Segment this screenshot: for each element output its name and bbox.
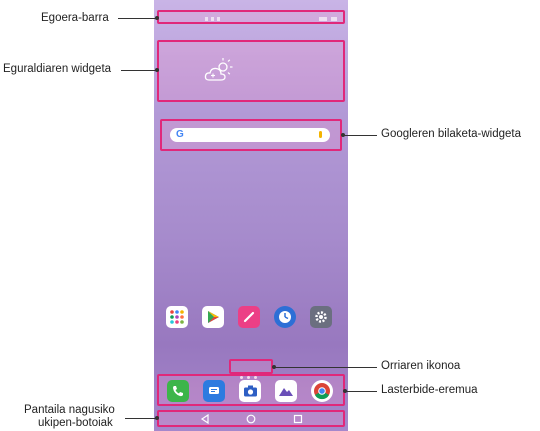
status-bar [157, 10, 345, 24]
qslide-pen-icon[interactable] [238, 306, 260, 328]
label-weather-widget: Eguraldiaren widgeta [3, 63, 112, 75]
clock-icon[interactable] [274, 306, 296, 328]
google-logo: G [176, 129, 184, 140]
camera-icon[interactable] [239, 380, 261, 402]
gear-glyph [315, 311, 327, 323]
mountain-glyph [279, 388, 293, 396]
camera-glyph [243, 385, 257, 397]
leader-weather-widget [121, 70, 157, 71]
weather-widget[interactable] [157, 40, 345, 102]
settings-icon[interactable] [310, 306, 332, 328]
play-glyph [208, 311, 219, 323]
label-google-search: Googleren bilaketa-widgeta [381, 128, 522, 140]
label-page-icon: Orriaren ikonoa [381, 360, 461, 372]
back-icon[interactable] [200, 414, 210, 424]
app-drawer-icon[interactable] [166, 306, 188, 328]
mic-icon[interactable] [319, 131, 322, 138]
recents-icon[interactable] [293, 414, 303, 424]
clock-glyph [279, 311, 291, 323]
pen-glyph [243, 311, 255, 323]
home-icon[interactable] [246, 414, 256, 424]
leader-quick-access [345, 391, 377, 392]
chrome-glyph [314, 383, 330, 400]
play-store-icon[interactable] [202, 306, 224, 328]
label-quick-access: Lasterbide-eremua [381, 384, 478, 396]
gallery-icon[interactable] [275, 380, 297, 402]
leader-dot [155, 68, 159, 72]
message-glyph [209, 387, 219, 394]
leader-status-bar [118, 18, 157, 19]
handset-glyph [173, 386, 183, 397]
search-input[interactable]: G [170, 128, 330, 142]
leader-nav-buttons [125, 418, 157, 419]
label-nav-buttons-1: Pantaila nagusiko [24, 404, 115, 416]
messages-icon[interactable] [203, 380, 225, 402]
leader-dot [155, 416, 159, 420]
status-bar-icons [205, 17, 337, 21]
phone-icon[interactable] [167, 380, 189, 402]
label-status-bar: Egoera-barra [41, 12, 109, 24]
label-nav-buttons-2: ukipen-botoiak [38, 417, 113, 429]
cloud-sun-icon [204, 58, 233, 81]
chrome-icon[interactable] [311, 380, 333, 402]
leader-page-icon [274, 367, 377, 368]
app-grid-glyph [170, 310, 184, 324]
leader-google-search [343, 135, 377, 136]
leader-dot [155, 16, 159, 20]
